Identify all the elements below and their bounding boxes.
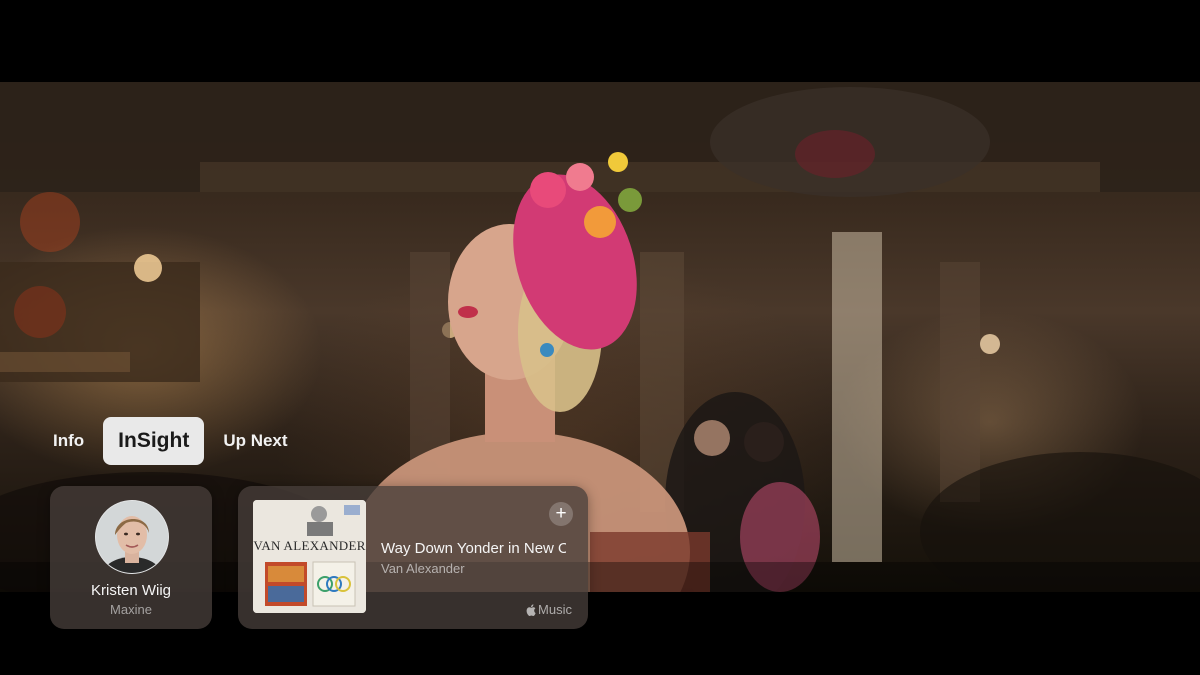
tab-up-next[interactable]: Up Next — [210, 417, 300, 465]
insight-tab-bar: Info InSight Up Next — [40, 417, 301, 465]
tab-info[interactable]: Info — [40, 417, 97, 465]
tab-insight[interactable]: InSight — [103, 417, 205, 465]
cast-name: Kristen Wiig — [90, 582, 172, 599]
plus-icon[interactable]: + — [549, 502, 573, 526]
album-title: VAN ALEXANDER — [253, 538, 366, 553]
apple-logo-icon — [526, 603, 536, 616]
cast-role: Maxine — [110, 602, 152, 617]
tv-player-screen: Info InSight Up Next Kristen Wiig Maxine — [0, 0, 1200, 675]
track-artist: Van Alexander — [381, 561, 465, 576]
album-art: VAN ALEXANDER — [253, 500, 366, 613]
avatar — [95, 500, 169, 574]
service-name: Music — [538, 602, 572, 617]
track-title: Way Down Yonder in New Orleans — [381, 540, 566, 557]
service-label: Music — [526, 602, 572, 617]
actor-photo — [96, 501, 168, 573]
music-card[interactable]: VAN ALEXANDER + Way Down Yonder in New O… — [238, 486, 588, 629]
cast-card[interactable]: Kristen Wiig Maxine — [50, 486, 212, 629]
album-art-graphic — [253, 500, 366, 613]
